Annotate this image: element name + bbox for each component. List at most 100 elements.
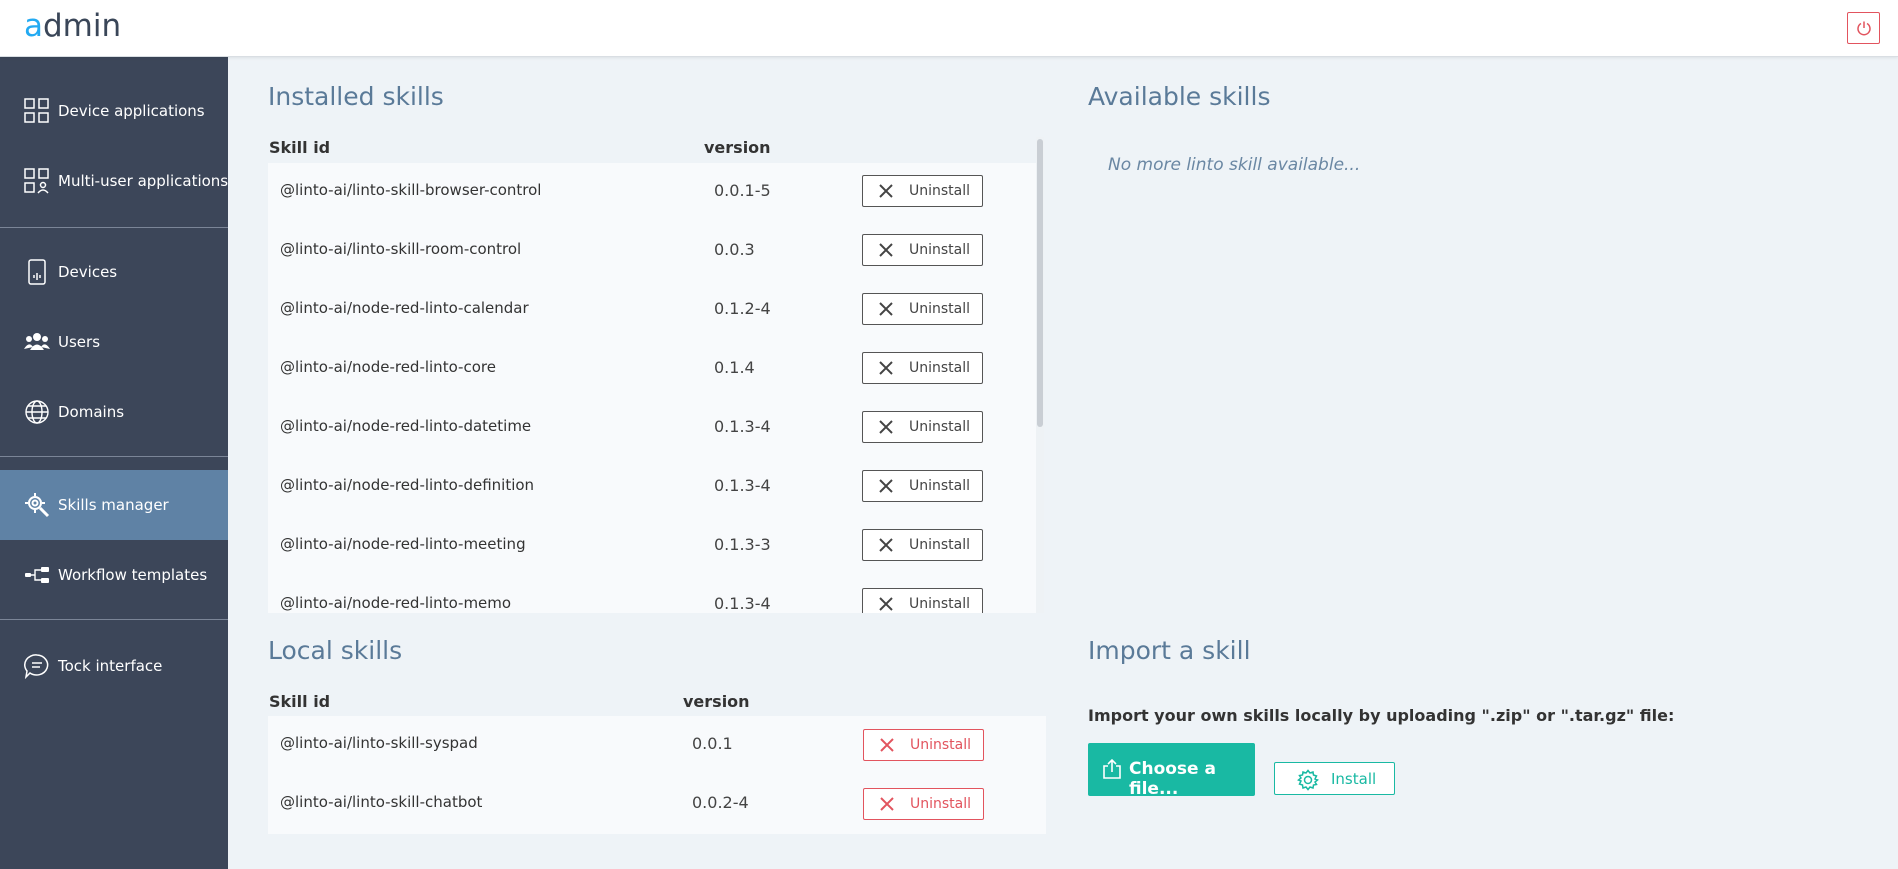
skill-version: 0.0.1-5: [714, 181, 771, 200]
skill-id: @linto-ai/node-red-linto-calendar: [280, 299, 529, 317]
local-skills-list: @linto-ai/linto-skill-syspad 0.0.1 Unins…: [268, 716, 1046, 834]
chat-icon: [24, 653, 50, 679]
gear-icon: [1297, 769, 1319, 791]
logout-button[interactable]: [1847, 12, 1880, 44]
uninstall-label: Uninstall: [910, 737, 972, 753]
skill-version: 0.1.3-3: [714, 535, 771, 554]
installed-scrollbar[interactable]: [1036, 137, 1044, 613]
available-empty-message: No more linto skill available...: [1108, 155, 1361, 175]
uninstall-button[interactable]: Uninstall: [862, 529, 983, 561]
sidebar-item-label: Tock interface: [58, 657, 163, 675]
sidebar-item-label: Multi-user applications: [58, 172, 229, 190]
uninstall-label: Uninstall: [910, 796, 972, 812]
uninstall-label: Uninstall: [909, 301, 971, 317]
installed-col-version: version: [704, 138, 771, 157]
import-description: Import your own skills locally by upload…: [1088, 706, 1675, 725]
install-button[interactable]: Install: [1274, 762, 1395, 795]
sidebar-item-label: Users: [58, 333, 101, 351]
upload-icon: [1103, 759, 1121, 779]
uninstall-button[interactable]: Uninstall: [862, 175, 983, 207]
close-icon: [879, 184, 893, 198]
scrollbar-thumb[interactable]: [1037, 139, 1043, 427]
skill-id: @linto-ai/linto-skill-browser-control: [280, 181, 542, 199]
table-row: @linto-ai/linto-skill-syspad 0.0.1 Unins…: [268, 716, 1046, 775]
logo-text: dmin: [43, 8, 122, 44]
sidebar-item-devices[interactable]: Devices: [0, 237, 228, 307]
uninstall-label: Uninstall: [909, 419, 971, 435]
choose-file-button[interactable]: Choose a file...: [1088, 743, 1255, 799]
installed-skills-list[interactable]: @linto-ai/linto-skill-browser-control 0.…: [268, 163, 1036, 613]
sidebar-divider: [0, 227, 228, 228]
skill-version: 0.1.4: [714, 358, 755, 377]
table-row: @linto-ai/node-red-linto-meeting 0.1.3-3…: [268, 517, 1036, 576]
sidebar-item-label: Devices: [58, 263, 118, 281]
skill-id: @linto-ai/linto-skill-chatbot: [280, 793, 483, 811]
skill-id: @linto-ai/linto-skill-syspad: [280, 734, 478, 752]
uninstall-label: Uninstall: [909, 183, 971, 199]
workflow-icon: [24, 562, 50, 588]
skill-id: @linto-ai/node-red-linto-definition: [280, 476, 535, 494]
uninstall-button[interactable]: Uninstall: [862, 293, 983, 325]
choose-file-label: Choose a file...: [1129, 759, 1216, 799]
local-col-skill-id: Skill id: [269, 692, 331, 711]
top-bar: admin: [0, 0, 1898, 57]
close-icon: [879, 479, 893, 493]
close-icon: [879, 420, 893, 434]
skill-version: 0.1.3-4: [714, 476, 771, 495]
install-label: Install: [1331, 770, 1377, 788]
table-row: @linto-ai/node-red-linto-core 0.1.4 Unin…: [268, 340, 1036, 399]
skill-version: 0.1.3-4: [714, 417, 771, 436]
uninstall-button[interactable]: Uninstall: [863, 788, 984, 820]
uninstall-label: Uninstall: [909, 478, 971, 494]
sidebar-item-multi-user-applications[interactable]: Multi-user applications: [0, 146, 228, 216]
app-logo[interactable]: admin: [24, 8, 121, 44]
close-icon: [879, 302, 893, 316]
uninstall-label: Uninstall: [909, 596, 971, 612]
local-skills-title: Local skills: [268, 636, 403, 665]
users-icon: [24, 329, 50, 355]
table-row: @linto-ai/node-red-linto-calendar 0.1.2-…: [268, 281, 1036, 340]
uninstall-button[interactable]: Uninstall: [862, 352, 983, 384]
sidebar-divider: [0, 619, 228, 620]
import-skill-title: Import a skill: [1088, 636, 1251, 665]
uninstall-label: Uninstall: [909, 242, 971, 258]
table-row: @linto-ai/node-red-linto-memo 0.1.3-4 Un…: [268, 576, 1036, 613]
sidebar-item-skills-manager[interactable]: Skills manager: [0, 470, 228, 540]
skill-version: 0.0.1: [692, 734, 733, 753]
installed-skills-title: Installed skills: [268, 82, 444, 111]
logo-letter-a: a: [24, 8, 43, 44]
sidebar-item-tock-interface[interactable]: Tock interface: [0, 631, 228, 701]
gear-search-icon: [24, 492, 50, 518]
sidebar: Device applications Multi-user applicati…: [0, 57, 228, 869]
uninstall-button[interactable]: Uninstall: [862, 411, 983, 443]
table-row: @linto-ai/linto-skill-room-control 0.0.3…: [268, 222, 1036, 281]
sidebar-item-device-applications[interactable]: Device applications: [0, 76, 228, 146]
sidebar-item-users[interactable]: Users: [0, 307, 228, 377]
uninstall-button[interactable]: Uninstall: [863, 729, 984, 761]
skill-id: @linto-ai/node-red-linto-memo: [280, 594, 512, 612]
globe-icon: [24, 399, 50, 425]
uninstall-button[interactable]: Uninstall: [862, 470, 983, 502]
close-icon: [879, 538, 893, 552]
table-row: @linto-ai/node-red-linto-definition 0.1.…: [268, 458, 1036, 517]
sidebar-item-workflow-templates[interactable]: Workflow templates: [0, 540, 228, 610]
grid-users-icon: [24, 168, 50, 194]
sidebar-item-label: Device applications: [58, 102, 205, 120]
tablet-icon: [24, 259, 50, 285]
sidebar-item-label: Domains: [58, 403, 125, 421]
sidebar-item-label: Skills manager: [58, 496, 169, 514]
table-row: @linto-ai/node-red-linto-datetime 0.1.3-…: [268, 399, 1036, 458]
close-icon: [880, 738, 894, 752]
skill-id: @linto-ai/linto-skill-room-control: [280, 240, 522, 258]
uninstall-button[interactable]: Uninstall: [862, 588, 983, 613]
close-icon: [879, 597, 893, 611]
skill-version: 0.0.2-4: [692, 793, 749, 812]
skill-version: 0.1.2-4: [714, 299, 771, 318]
sidebar-item-domains[interactable]: Domains: [0, 377, 228, 447]
sidebar-item-label: Workflow templates: [58, 566, 208, 584]
close-icon: [879, 243, 893, 257]
sidebar-divider: [0, 456, 228, 457]
uninstall-button[interactable]: Uninstall: [862, 234, 983, 266]
table-row: @linto-ai/linto-skill-chatbot 0.0.2-4 Un…: [268, 775, 1046, 834]
installed-col-skill-id: Skill id: [269, 138, 331, 157]
